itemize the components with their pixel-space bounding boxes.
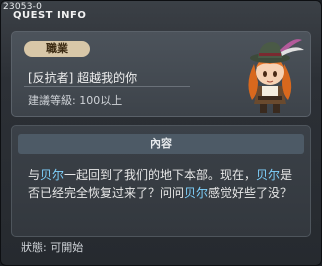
content-header: 內容 [18, 134, 304, 154]
quest-status: 狀態: 可開始 [21, 241, 84, 254]
job-badge: 職業 [24, 41, 90, 57]
desc-text: 感觉好些了没？ [208, 186, 293, 200]
npc-portrait-icon [248, 39, 304, 113]
npc-name-link: 贝尔 [256, 168, 281, 182]
desc-text: 一起回到了我们的地下本部。现在， [64, 168, 257, 182]
npc-name-link: 贝尔 [184, 186, 209, 200]
quest-content-panel: 內容 与贝尔一起回到了我们的地下本部。现在，贝尔是否已经完全恢复过来了？问问贝尔… [11, 125, 311, 237]
quest-recommended-level: 建議等級: 100以上 [28, 94, 123, 107]
quest-name: [反抗者] 超越我的你 [28, 71, 138, 85]
npc-name-link: 贝尔 [40, 168, 65, 182]
quest-info-window: 23053-0 QUEST INFO 職業 [反抗者] 超越我的你 建議等級: … [0, 0, 322, 266]
quest-summary-card: 職業 [反抗者] 超越我的你 建議等級: 100以上 [11, 31, 311, 117]
quest-description: 与贝尔一起回到了我们的地下本部。现在，贝尔是否已经完全恢复过来了？问问贝尔感觉好… [28, 166, 298, 202]
desc-text: 与 [28, 168, 41, 182]
divider [24, 86, 190, 87]
window-title: QUEST INFO [13, 10, 87, 21]
